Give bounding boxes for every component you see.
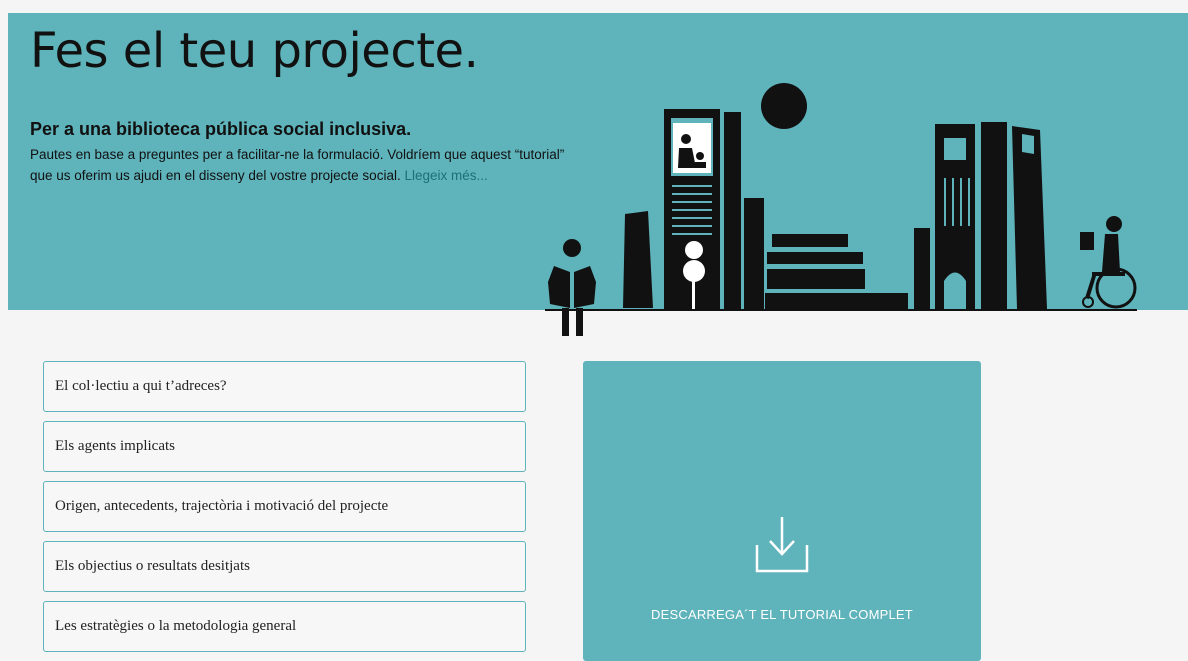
download-label: DESCARREGA´T EL TUTORIAL COMPLET (651, 607, 913, 622)
accordion-item-collectiu[interactable]: El col·lectiu a qui t’adreces? (43, 361, 526, 412)
hero-description: Pautes en base a preguntes per a facilit… (30, 144, 590, 186)
tilted-book (1012, 126, 1047, 309)
wheelchair-reader-icon (1080, 216, 1137, 309)
bookcase-tower (664, 109, 720, 309)
library-illustration (545, 83, 1137, 336)
download-tutorial-button[interactable]: DESCARREGA´T EL TUTORIAL COMPLET (583, 361, 981, 661)
read-more-link[interactable]: Llegeix més... (404, 168, 487, 183)
reading-person-icon (548, 239, 596, 336)
arched-tower (935, 124, 975, 309)
download-icon (755, 517, 809, 573)
moon-icon (761, 83, 807, 129)
accordion-item-origen[interactable]: Origen, antecedents, trajectòria i motiv… (43, 481, 526, 532)
accordion-item-objectius[interactable]: Els objectius o resultats desitjats (43, 541, 526, 592)
page-title: Fes el teu projecte. (30, 23, 479, 79)
accordion-item-agents[interactable]: Els agents implicats (43, 421, 526, 472)
hero-subtitle: Per a una biblioteca pública social incl… (30, 119, 412, 139)
book-stack (765, 234, 908, 309)
questions-accordion: El col·lectiu a qui t’adreces? Els agent… (43, 361, 526, 661)
accordion-item-estrategies[interactable]: Les estratègies o la metodologia general (43, 601, 526, 652)
